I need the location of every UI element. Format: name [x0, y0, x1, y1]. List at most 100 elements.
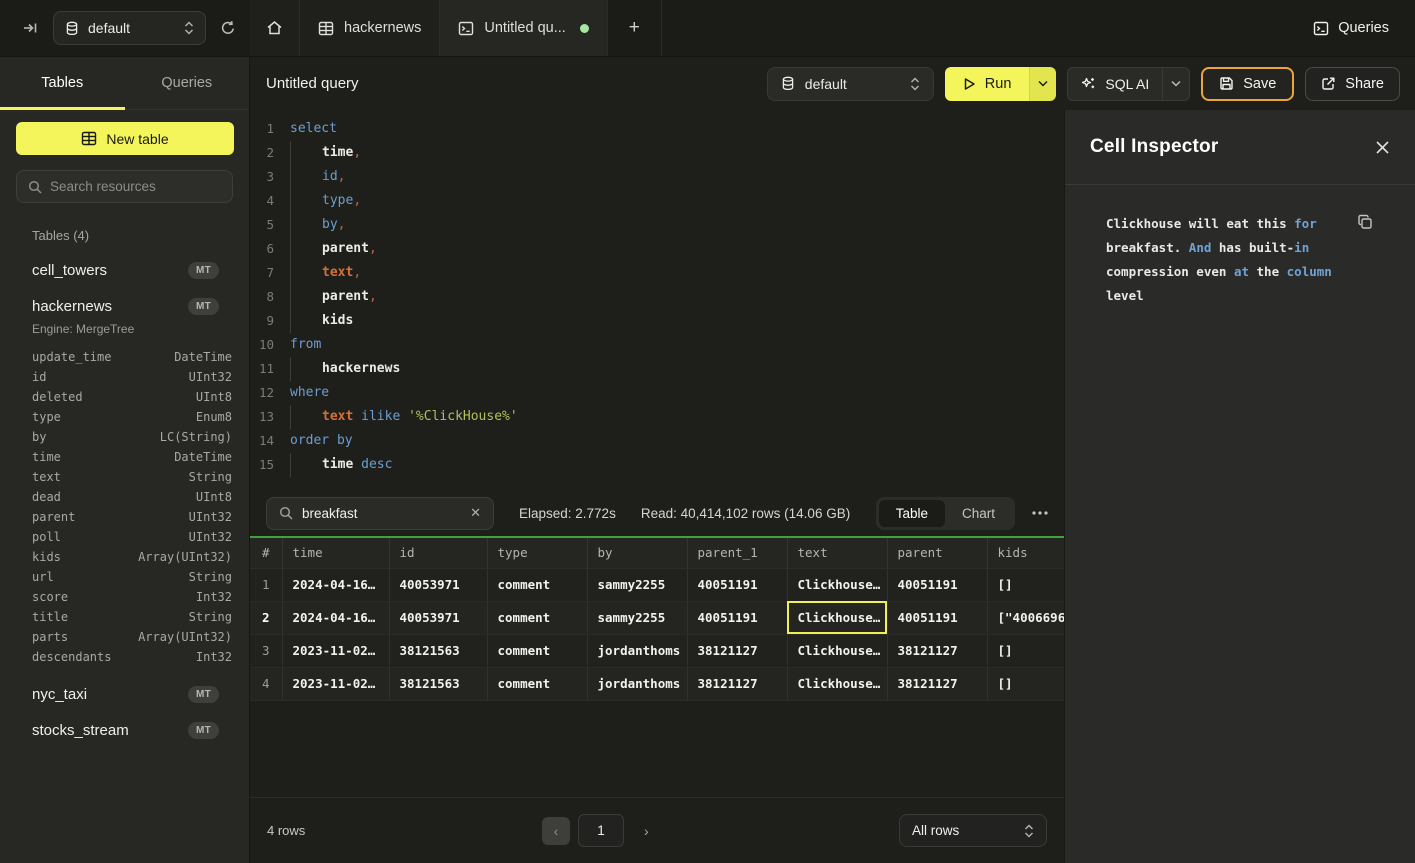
table-cell[interactable]: 40051191	[687, 568, 787, 601]
tab-hackernews[interactable]: hackernews	[300, 0, 440, 56]
page-size-selector[interactable]: All rows	[899, 814, 1047, 847]
new-tab-button[interactable]: +	[608, 0, 662, 56]
sidebar-table-stocks-stream[interactable]: stocks_stream MT	[0, 722, 249, 739]
table-cell[interactable]: 2024-04-16…	[282, 568, 389, 601]
indent-guide	[290, 165, 322, 189]
table-cell[interactable]: 40051191	[687, 601, 787, 634]
table-cell[interactable]: 38121563	[389, 667, 487, 700]
save-button[interactable]: Save	[1201, 67, 1294, 101]
column-header-type[interactable]: type	[487, 538, 587, 568]
table-cell[interactable]: comment	[487, 601, 587, 634]
sidebar-table-hackernews[interactable]: hackernews MT	[0, 298, 249, 315]
new-table-button[interactable]: New table	[16, 122, 234, 155]
next-page-button[interactable]: ›	[644, 823, 649, 839]
table-cell[interactable]: Clickhouse…	[787, 568, 887, 601]
editor-line: 8parent,	[250, 285, 1064, 309]
page-number-box	[578, 814, 624, 847]
table-cell[interactable]: jordanthoms	[587, 667, 687, 700]
engine-badge: MT	[188, 262, 219, 279]
table-cell[interactable]: comment	[487, 634, 587, 667]
table-cell[interactable]: 38121127	[887, 667, 987, 700]
table-row: 22024-04-16…40053971commentsammy22554005…	[250, 601, 1064, 634]
terminal-icon	[458, 21, 474, 36]
table-cell[interactable]: []	[987, 667, 1064, 700]
run-options-caret[interactable]	[1029, 67, 1056, 101]
table-cell[interactable]: jordanthoms	[587, 634, 687, 667]
table-cell[interactable]: 38121563	[389, 634, 487, 667]
copy-icon[interactable]	[1357, 214, 1373, 230]
table-cell[interactable]: 2023-11-02…	[282, 634, 389, 667]
results-search-input[interactable]	[302, 506, 461, 521]
engine-badge: MT	[188, 722, 219, 739]
row-number-cell[interactable]: 3	[250, 634, 282, 667]
collapse-sidebar-icon[interactable]	[22, 20, 39, 36]
schema-column-type: DateTime	[174, 350, 232, 364]
view-tab-table[interactable]: Table	[879, 500, 945, 527]
table-cell[interactable]: 40051191	[887, 601, 987, 634]
row-number-cell[interactable]: 1	[250, 568, 282, 601]
tab-untitled-query[interactable]: Untitled qu...	[440, 0, 607, 56]
prev-page-button[interactable]: ‹	[542, 817, 570, 845]
share-button[interactable]: Share	[1305, 67, 1400, 101]
sidebar-table-cell-towers[interactable]: cell_towers MT	[0, 262, 249, 279]
column-header-id[interactable]: id	[389, 538, 487, 568]
table-cell[interactable]: Clickhouse…	[787, 634, 887, 667]
sql-ai-options-caret[interactable]	[1162, 68, 1189, 100]
column-header-parent_1[interactable]: parent_1	[687, 538, 787, 568]
indent-guide	[290, 213, 322, 237]
tab-home[interactable]	[250, 0, 300, 56]
table-cell[interactable]: 40053971	[389, 568, 487, 601]
page-number-input[interactable]	[579, 823, 623, 838]
table-cell[interactable]: sammy2255	[587, 568, 687, 601]
sql-token: ,	[353, 141, 361, 165]
column-header-parent[interactable]: parent	[887, 538, 987, 568]
column-header-time[interactable]: time	[282, 538, 389, 568]
sidebar-table-nyc-taxi[interactable]: nyc_taxi MT	[0, 686, 249, 703]
query-database-selector[interactable]: default	[767, 67, 934, 101]
database-selector[interactable]: default	[53, 11, 206, 45]
table-cell[interactable]: []	[987, 568, 1064, 601]
column-header-text[interactable]: text	[787, 538, 887, 568]
sql-ai-button-group: SQL AI	[1067, 67, 1190, 101]
clear-search-icon[interactable]: ✕	[470, 505, 481, 521]
column-header-kids[interactable]: kids	[987, 538, 1064, 568]
table-cell[interactable]: Clickhouse…	[787, 667, 887, 700]
table-cell[interactable]: comment	[487, 667, 587, 700]
sidebar-tab-tables[interactable]: Tables	[0, 57, 125, 109]
table-cell[interactable]: ["40066964…	[987, 601, 1064, 634]
column-header-row-number[interactable]: #	[250, 538, 282, 568]
table-cell[interactable]: comment	[487, 568, 587, 601]
indent-guide	[290, 405, 322, 429]
sparkles-icon	[1081, 76, 1096, 91]
tab-strip: hackernews Untitled qu... +	[250, 0, 662, 56]
column-header-by[interactable]: by	[587, 538, 687, 568]
schema-column-row: update_timeDateTime	[0, 347, 249, 367]
database-selector-value: default	[88, 20, 130, 36]
sidebar-tab-queries[interactable]: Queries	[125, 57, 250, 109]
table-cell[interactable]: 2024-04-16…	[282, 601, 389, 634]
table-cell[interactable]: Clickhouse…	[787, 601, 887, 634]
table-cell[interactable]: 38121127	[887, 634, 987, 667]
sql-ai-button[interactable]: SQL AI	[1068, 68, 1162, 100]
close-icon[interactable]	[1375, 140, 1390, 155]
table-cell[interactable]: 38121127	[687, 667, 787, 700]
sql-editor[interactable]: 1select2time,3id,4type,5by,6parent,7text…	[250, 110, 1064, 490]
run-button[interactable]: Run	[945, 67, 1030, 101]
line-code: parent,	[290, 237, 377, 261]
editor-line: 12where	[250, 381, 1064, 405]
table-cell[interactable]: 38121127	[687, 634, 787, 667]
row-number-cell[interactable]: 4	[250, 667, 282, 700]
table-cell[interactable]: sammy2255	[587, 601, 687, 634]
table-cell[interactable]: 2023-11-02…	[282, 667, 389, 700]
queries-button[interactable]: Queries	[1313, 20, 1389, 36]
line-code: parent,	[290, 285, 377, 309]
view-tab-chart[interactable]: Chart	[945, 500, 1012, 527]
table-cell[interactable]: 40053971	[389, 601, 487, 634]
search-resources-input[interactable]	[50, 179, 221, 194]
row-number-cell[interactable]: 2	[250, 601, 282, 634]
table-cell[interactable]: []	[987, 634, 1064, 667]
schema-column-name: kids	[32, 550, 61, 564]
table-cell[interactable]: 40051191	[887, 568, 987, 601]
refresh-icon[interactable]	[220, 20, 236, 36]
more-options-icon[interactable]	[1032, 511, 1048, 515]
